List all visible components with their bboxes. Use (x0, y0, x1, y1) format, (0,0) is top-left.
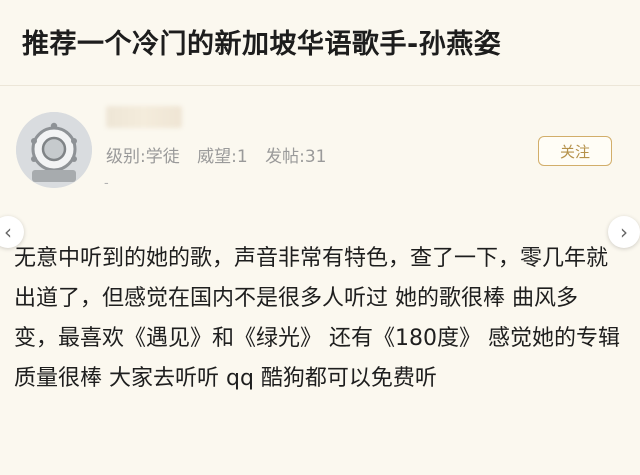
diver-helmet-icon (16, 112, 92, 188)
avatar[interactable] (16, 112, 92, 188)
title-bar: 推荐一个冷门的新加坡华语歌手-孙燕姿 (0, 0, 640, 86)
username-blurred (106, 106, 182, 128)
post-title: 推荐一个冷门的新加坡华语歌手-孙燕姿 (22, 29, 502, 60)
follow-button[interactable]: 关注 (538, 136, 612, 166)
post-content: 无意中听到的她的歌，声音非常有特色，查了一下，零几年就出道了，但感觉在国内不是很… (14, 246, 620, 391)
author-level: 级别:学徒 (106, 147, 180, 167)
post-header: 级别:学徒 威望:1 发帖:31 - 关注 (0, 86, 640, 216)
author-signature: - (104, 176, 109, 191)
author-post-count: 发帖:31 (265, 147, 327, 167)
author-prestige: 威望:1 (197, 147, 248, 167)
author-meta: 级别:学徒 威望:1 发帖:31 (106, 142, 338, 167)
